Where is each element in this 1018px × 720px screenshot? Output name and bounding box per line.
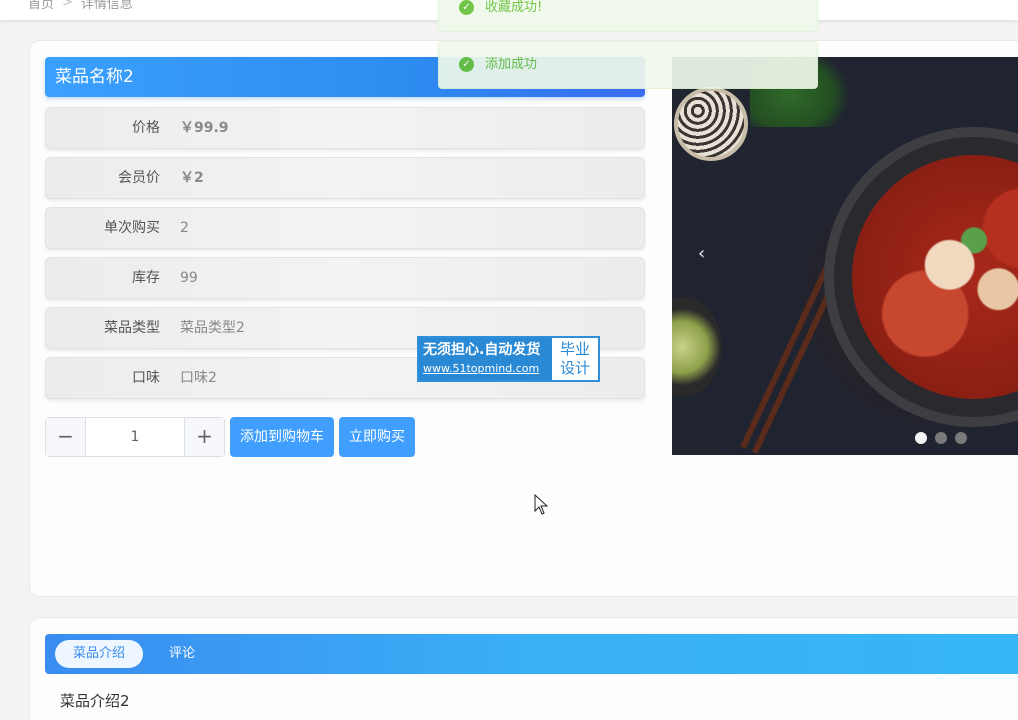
- product-image-carousel[interactable]: ‹: [672, 57, 1018, 455]
- add-to-cart-button[interactable]: 添加到购物车: [230, 417, 334, 457]
- info-row-stock: 库存 99: [45, 257, 645, 299]
- breadcrumb-home[interactable]: 首页: [28, 0, 54, 12]
- food-image-chopstick: [740, 265, 830, 449]
- info-value: ￥2: [180, 170, 204, 186]
- breadcrumb: 首页 > 详情信息: [28, 0, 133, 12]
- carousel-dot[interactable]: [935, 432, 947, 444]
- watermark-line1: 无须担心.自动发货: [423, 342, 541, 358]
- breadcrumb-separator: >: [62, 0, 73, 10]
- info-label: 价格: [132, 120, 160, 136]
- watermark-url: www.51topmind.com: [423, 362, 540, 375]
- toast-favorite-success: ✓ 收藏成功!: [438, 0, 818, 32]
- info-label: 库存: [132, 270, 160, 286]
- info-row-member-price: 会员价 ￥2: [45, 157, 645, 199]
- carousel-dot[interactable]: [915, 432, 927, 444]
- quantity-stepper: − 1 +: [45, 417, 225, 457]
- carousel-dot[interactable]: [955, 432, 967, 444]
- info-value: 菜品类型2: [180, 320, 245, 336]
- carousel-indicators: [915, 432, 967, 444]
- info-value: 99: [180, 270, 198, 286]
- dish-description: 菜品介绍2: [60, 692, 130, 710]
- success-check-icon: ✓: [459, 0, 474, 15]
- toast-text: 添加成功: [485, 57, 538, 72]
- detail-tabs: 菜品介绍 评论: [45, 634, 1018, 674]
- food-image-side-bowl: [672, 297, 722, 397]
- info-value: 2: [180, 220, 189, 236]
- info-label: 菜品类型: [104, 320, 160, 336]
- info-label: 口味: [132, 370, 160, 386]
- food-image-dish: [824, 127, 1018, 427]
- toast-add-success: ✓ 添加成功: [438, 41, 818, 89]
- info-label: 单次购买: [104, 220, 160, 236]
- info-label: 会员价: [118, 170, 160, 186]
- food-image-dish-content: [852, 155, 1018, 399]
- info-value: ￥99.9: [180, 120, 229, 136]
- success-check-icon: ✓: [459, 57, 474, 72]
- info-value: 口味2: [180, 370, 217, 386]
- watermark-logo: 无须担心.自动发货 www.51topmind.com 毕业 设计: [417, 336, 600, 382]
- breadcrumb-current: 详情信息: [80, 0, 133, 12]
- watermark-right2: 设计: [559, 359, 590, 377]
- buy-now-button[interactable]: 立即购买: [339, 417, 415, 457]
- tab-dish-intro[interactable]: 菜品介绍: [55, 640, 143, 668]
- quantity-input[interactable]: 1: [86, 418, 184, 456]
- info-row-single-purchase: 单次购买 2: [45, 207, 645, 249]
- food-image-basket: [674, 87, 748, 161]
- info-row-price: 价格 ￥99.9: [45, 107, 645, 149]
- decrease-button[interactable]: −: [46, 418, 86, 456]
- tab-comments[interactable]: 评论: [157, 640, 207, 668]
- toast-text: 收藏成功!: [485, 0, 543, 15]
- watermark-right1: 毕业: [559, 340, 590, 358]
- carousel-prev-arrow-icon[interactable]: ‹: [698, 243, 705, 264]
- increase-button[interactable]: +: [184, 418, 224, 456]
- mouse-cursor-icon: [534, 494, 549, 515]
